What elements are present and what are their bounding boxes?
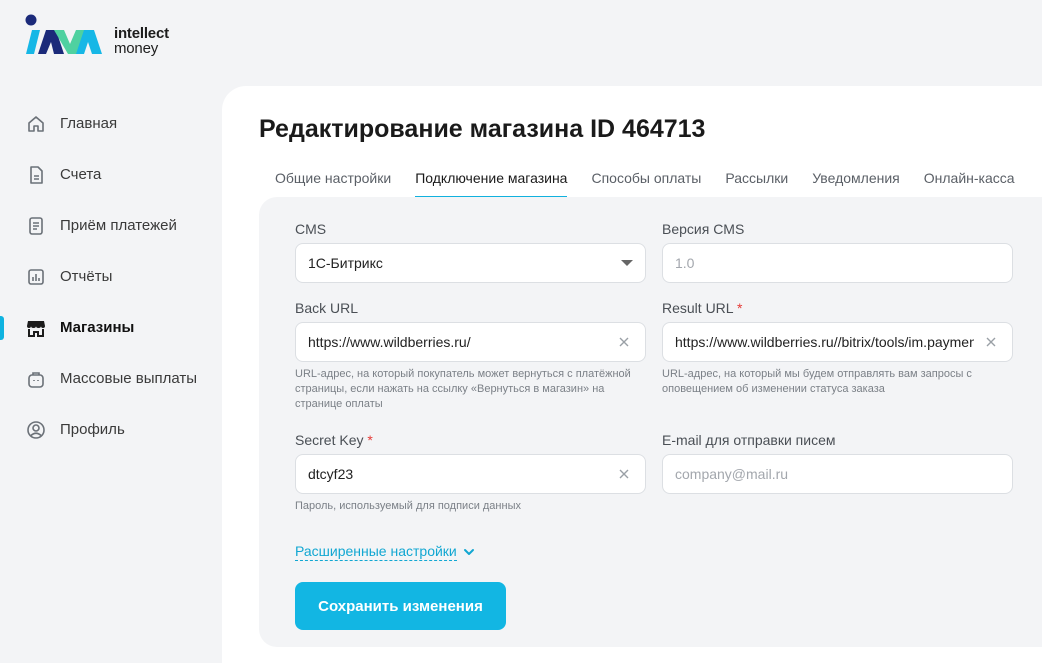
- back-url-field: Back URL https://www.wildberries.ru/ URL…: [295, 300, 646, 412]
- bag-icon: [25, 368, 47, 390]
- intellect-money-logo[interactable]: intellect money: [24, 14, 194, 62]
- main-content: Редактирование магазина ID 464713 Общие …: [222, 86, 1042, 663]
- back-url-input[interactable]: https://www.wildberries.ru/: [295, 322, 646, 362]
- sidebar-item-label: Главная: [60, 115, 118, 132]
- document-icon: [25, 164, 47, 186]
- cms-version-input[interactable]: 1.0: [662, 243, 1013, 283]
- dropdown-caret-icon: [621, 260, 633, 266]
- sidebar: Главная Счета Приём платежей Отчёты Мага…: [0, 98, 222, 455]
- sidebar-item-label: Массовые выплаты: [60, 370, 198, 387]
- cms-version-placeholder: 1.0: [675, 255, 695, 271]
- tab-mailings[interactable]: Рассылки: [725, 170, 788, 198]
- tab-general-settings[interactable]: Общие настройки: [275, 170, 391, 198]
- required-marker: *: [367, 432, 373, 448]
- secret-key-label: Secret Key *: [295, 432, 373, 448]
- tab-bar: Общие настройки Подключение магазина Спо…: [275, 170, 1039, 198]
- tab-notifications[interactable]: Уведомления: [812, 170, 900, 198]
- secret-key-input[interactable]: dtcyf23: [295, 454, 646, 494]
- result-url-label: Result URL *: [662, 300, 743, 316]
- receipt-icon: [25, 215, 47, 237]
- save-changes-button[interactable]: Сохранить изменения: [295, 582, 506, 630]
- tab-store-connection[interactable]: Подключение магазина: [415, 170, 568, 198]
- cms-version-field: Версия CMS 1.0: [662, 221, 1013, 283]
- page-title: Редактирование магазина ID 464713: [259, 115, 706, 143]
- cms-version-label: Версия CMS: [662, 221, 745, 237]
- tab-payment-methods[interactable]: Способы оплаты: [591, 170, 701, 198]
- sidebar-item-label: Магазины: [60, 319, 135, 336]
- settings-panel: CMS 1С-Битрикс Версия CMS 1.0 Back URL h…: [259, 197, 1042, 647]
- home-icon: [25, 113, 47, 135]
- chevron-down-icon: [463, 549, 474, 555]
- sidebar-item-reports[interactable]: Отчёты: [0, 251, 222, 302]
- result-url-field: Result URL * https://www.wildberries.ru/…: [662, 300, 1013, 397]
- tab-online-cashbox[interactable]: Онлайн-касса: [924, 170, 1015, 198]
- sidebar-item-invoices[interactable]: Счета: [0, 149, 222, 200]
- email-placeholder: company@mail.ru: [675, 466, 789, 482]
- email-input[interactable]: company@mail.ru: [662, 454, 1013, 494]
- email-label: E-mail для отправки писем: [662, 432, 836, 448]
- back-url-hint: URL-адрес, на который покупатель может в…: [295, 368, 631, 410]
- store-icon: [25, 317, 47, 339]
- sidebar-item-home[interactable]: Главная: [0, 98, 222, 149]
- sidebar-item-payments[interactable]: Приём платежей: [0, 200, 222, 251]
- sidebar-item-label: Приём платежей: [60, 217, 177, 234]
- secret-key-field: Secret Key * dtcyf23 Пароль, используемы…: [295, 432, 646, 514]
- sidebar-item-label: Профиль: [60, 421, 125, 438]
- clear-icon[interactable]: [615, 333, 633, 351]
- cms-field: CMS 1С-Битрикс: [295, 221, 646, 283]
- result-url-value: https://www.wildberries.ru//bitrix/tools…: [675, 334, 974, 350]
- cms-select[interactable]: 1С-Битрикс: [295, 243, 646, 283]
- required-marker: *: [736, 300, 743, 316]
- user-icon: [25, 419, 47, 441]
- secret-key-value: dtcyf23: [308, 466, 354, 482]
- advanced-settings-toggle[interactable]: Расширенные настройки: [295, 543, 475, 561]
- email-field: E-mail для отправки писем company@mail.r…: [662, 432, 1013, 494]
- cms-value: 1С-Битрикс: [308, 255, 383, 271]
- cms-label: CMS: [295, 221, 327, 237]
- sidebar-item-label: Счета: [60, 166, 102, 183]
- logo-mark-icon: [25, 14, 102, 54]
- sidebar-item-stores[interactable]: Магазины: [0, 302, 222, 353]
- sidebar-item-profile[interactable]: Профиль: [0, 404, 222, 455]
- advanced-settings-label: Расширенные настройки: [295, 543, 457, 561]
- result-url-input[interactable]: https://www.wildberries.ru//bitrix/tools…: [662, 322, 1013, 362]
- sidebar-item-mass-payouts[interactable]: Массовые выплаты: [0, 353, 222, 404]
- sidebar-item-label: Отчёты: [60, 268, 113, 285]
- clear-icon[interactable]: [615, 465, 633, 483]
- back-url-value: https://www.wildberries.ru/: [308, 334, 471, 350]
- secret-key-hint: Пароль, используемый для подписи данных: [295, 500, 521, 512]
- brand-name: intellect money: [114, 25, 169, 57]
- back-url-label: Back URL: [295, 300, 359, 316]
- result-url-hint: URL-адрес, на который мы будем отправлят…: [662, 368, 972, 395]
- clear-icon[interactable]: [982, 333, 1000, 351]
- chart-icon: [25, 266, 47, 288]
